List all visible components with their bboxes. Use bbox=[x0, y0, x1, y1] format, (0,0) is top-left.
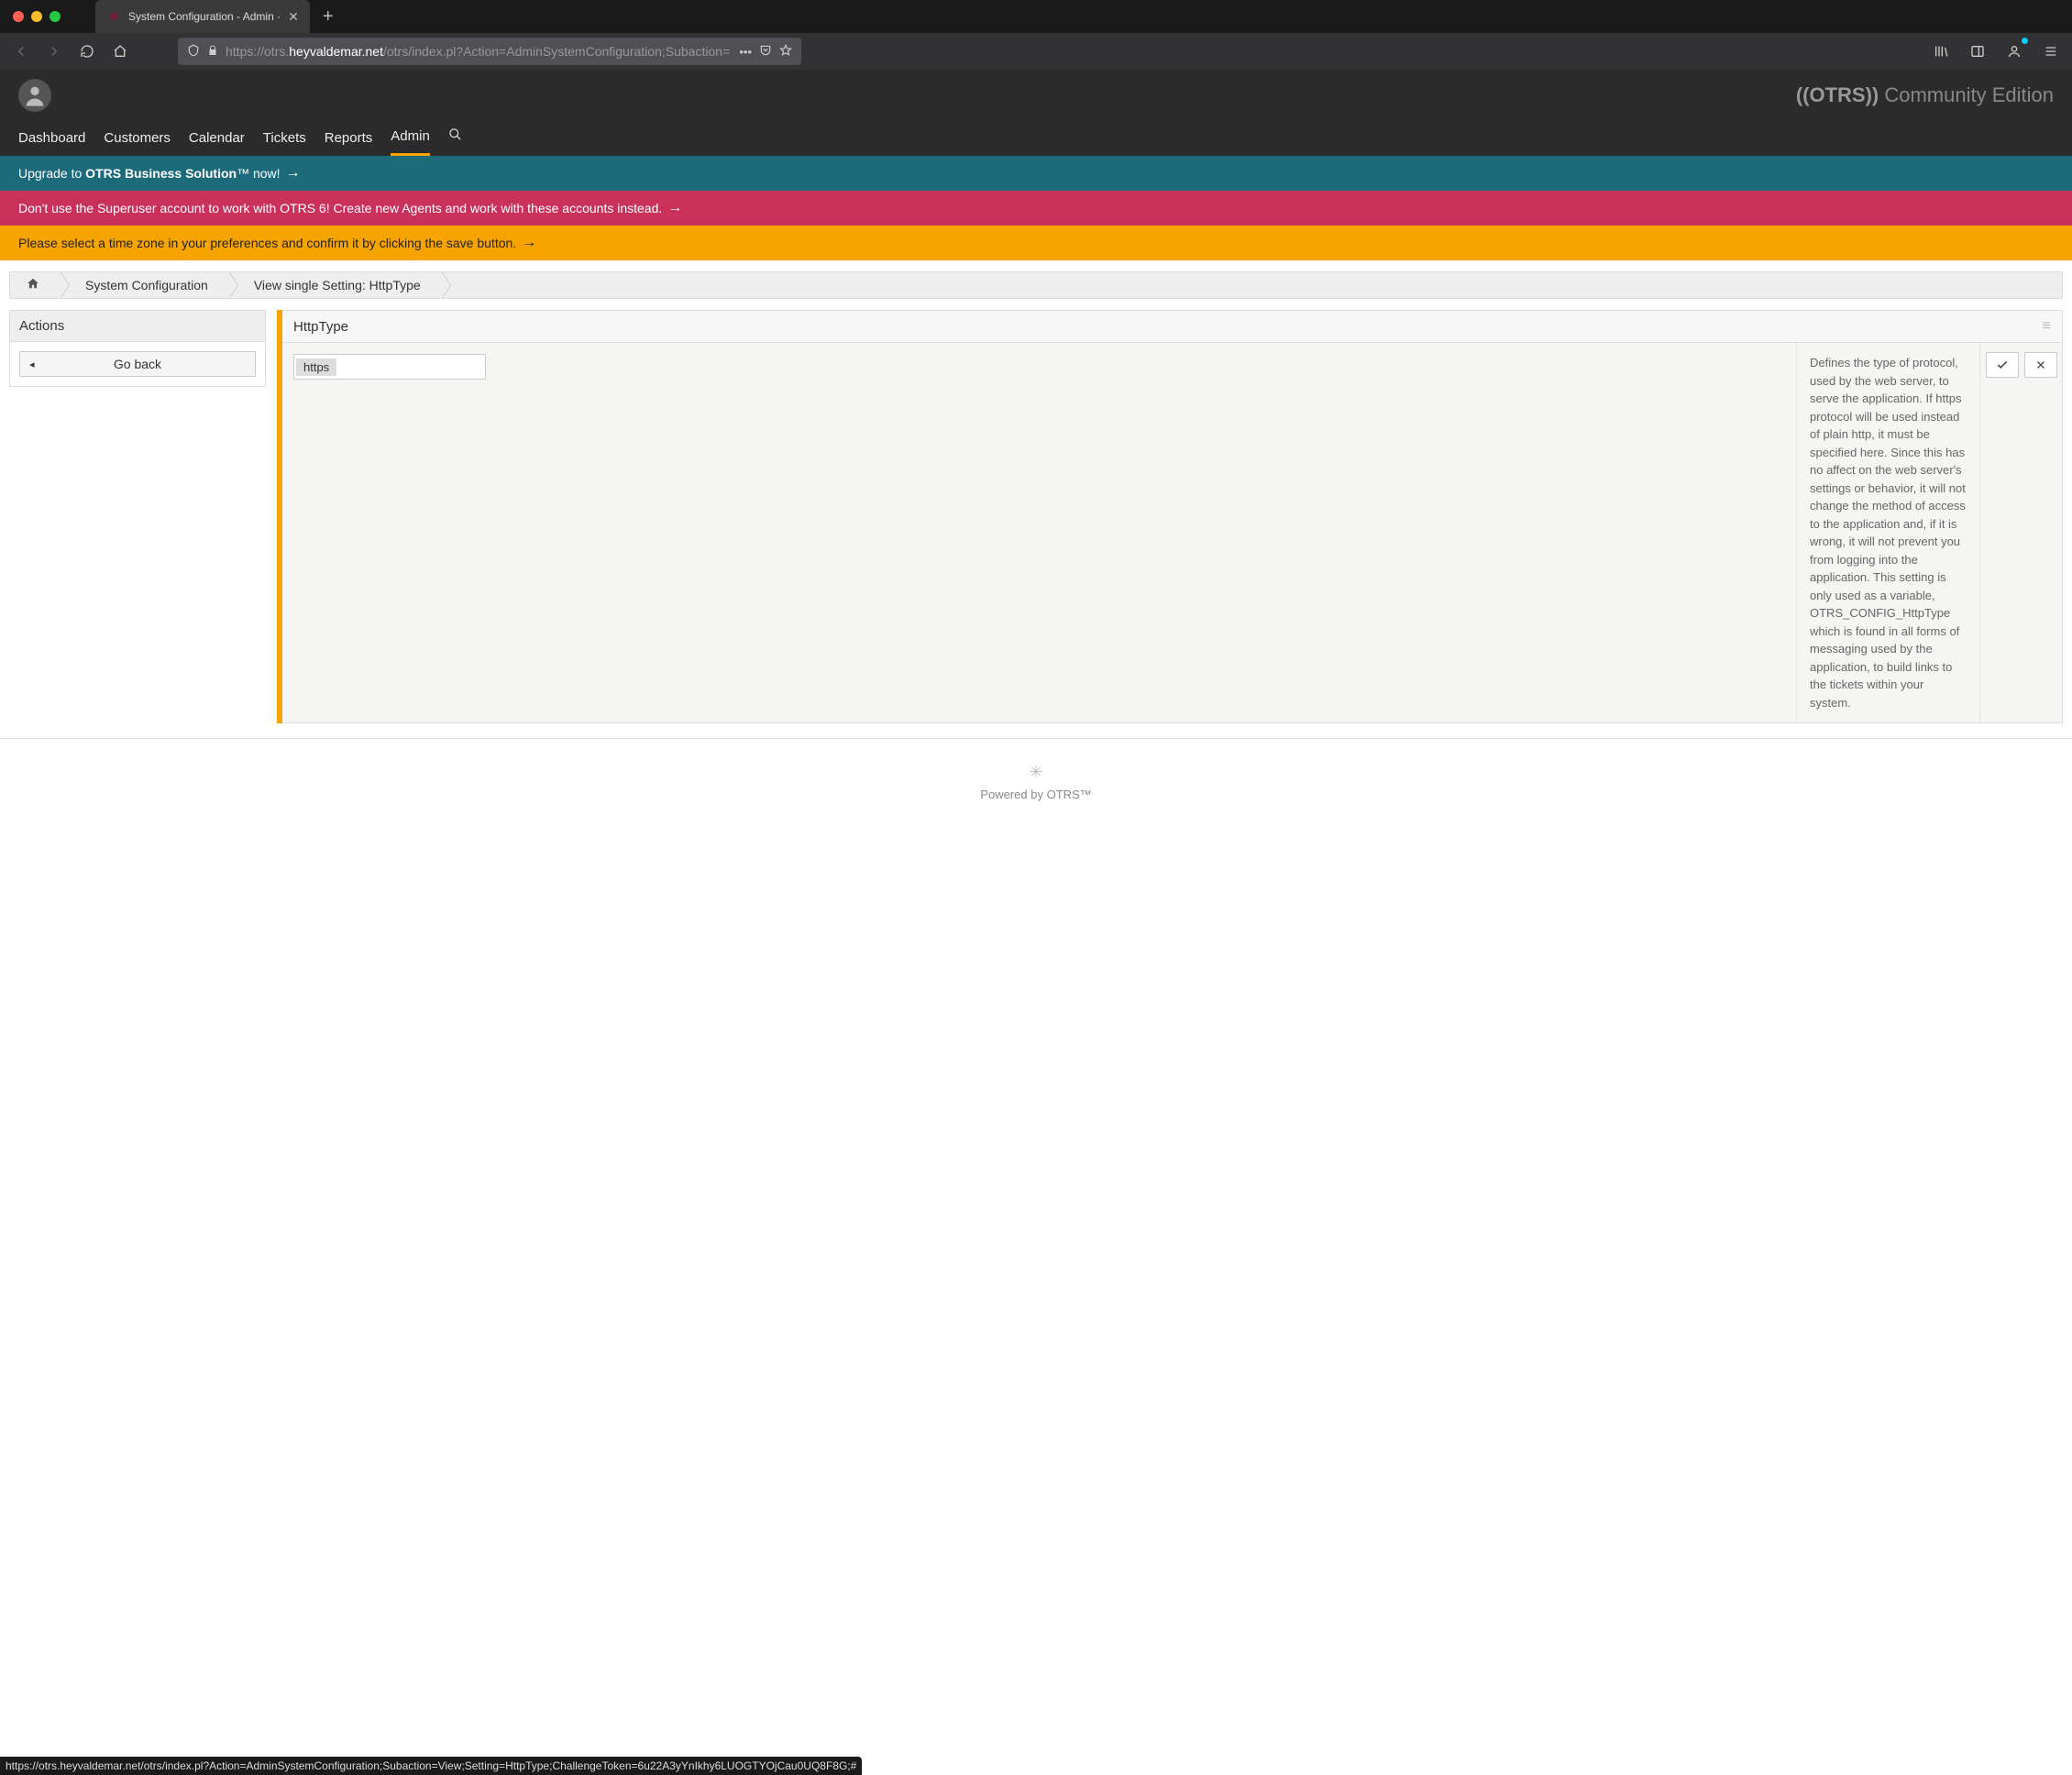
close-icon bbox=[2035, 359, 2046, 370]
reload-button[interactable] bbox=[75, 39, 99, 63]
pocket-icon[interactable] bbox=[759, 44, 772, 60]
lock-icon[interactable] bbox=[207, 45, 218, 59]
setting-panel: HttpType ≡ https Defines the type of pro… bbox=[282, 310, 2063, 723]
setting-actions bbox=[1979, 343, 2062, 722]
browser-titlebar: ✳ System Configuration - Admin · ✕ + bbox=[0, 0, 2072, 33]
breadcrumb-home[interactable] bbox=[10, 271, 60, 299]
save-button[interactable] bbox=[1986, 352, 2019, 378]
tab-close-icon[interactable]: ✕ bbox=[288, 9, 299, 25]
app-header: ((OTRS)) Community Edition Dashboard Cus… bbox=[0, 70, 2072, 156]
notification-dot-icon bbox=[2022, 38, 2028, 44]
home-button[interactable] bbox=[108, 39, 132, 63]
user-avatar[interactable] bbox=[18, 79, 51, 112]
window-close-button[interactable] bbox=[13, 11, 24, 22]
status-bar: https://otrs.heyvaldemar.net/otrs/index.… bbox=[0, 1757, 862, 1775]
window-minimize-button[interactable] bbox=[31, 11, 42, 22]
breadcrumb-sysconfig[interactable]: System Configuration bbox=[60, 271, 228, 299]
arrow-right-icon: → bbox=[667, 200, 682, 216]
home-icon bbox=[27, 277, 39, 290]
banner-superuser-text: Don't use the Superuser account to work … bbox=[18, 201, 662, 215]
browser-tab[interactable]: ✳ System Configuration - Admin · ✕ bbox=[95, 0, 310, 33]
nav-customers[interactable]: Customers bbox=[104, 123, 171, 155]
back-button[interactable] bbox=[9, 39, 33, 63]
browser-chrome: ✳ System Configuration - Admin · ✕ + ht bbox=[0, 0, 2072, 70]
caret-left-icon: ◂ bbox=[29, 358, 35, 370]
setting-value-input[interactable]: https bbox=[293, 354, 486, 380]
app-brand: ((OTRS)) Community Edition bbox=[1796, 83, 2054, 107]
go-back-button[interactable]: ◂ Go back bbox=[19, 351, 256, 377]
go-back-label: Go back bbox=[114, 357, 161, 371]
breadcrumb: System Configuration View single Setting… bbox=[9, 271, 2063, 299]
sidebar-toggle-icon[interactable] bbox=[1966, 39, 1989, 63]
banner-upgrade-text: Upgrade to OTRS Business Solution™ now! bbox=[18, 166, 281, 181]
sidebar: Actions ◂ Go back bbox=[9, 310, 266, 723]
actions-panel: Actions ◂ Go back bbox=[9, 310, 266, 387]
tracking-protection-icon[interactable] bbox=[187, 44, 200, 60]
nav-admin[interactable]: Admin bbox=[391, 121, 430, 156]
setting-menu-icon[interactable]: ≡ bbox=[2043, 318, 2051, 335]
main-nav: Dashboard Customers Calendar Tickets Rep… bbox=[0, 112, 2072, 156]
footer-text: Powered by OTRS™ bbox=[0, 788, 2072, 801]
tab-favicon-icon: ✳ bbox=[106, 9, 121, 24]
browser-toolbar: https://otrs.heyvaldemar.net/otrs/index.… bbox=[0, 33, 2072, 70]
footer-logo-icon: ✳ bbox=[0, 763, 2072, 782]
check-icon bbox=[1996, 358, 2009, 371]
arrow-right-icon: → bbox=[522, 235, 536, 251]
banner-timezone[interactable]: Please select a time zone in your prefer… bbox=[0, 226, 2072, 260]
banner-timezone-text: Please select a time zone in your prefer… bbox=[18, 236, 516, 250]
setting-description: Defines the type of protocol, used by th… bbox=[1796, 343, 1979, 722]
forward-button[interactable] bbox=[42, 39, 66, 63]
window-controls bbox=[0, 11, 73, 22]
main-area: HttpType ≡ https Defines the type of pro… bbox=[277, 310, 2063, 723]
page-actions-icon[interactable]: ••• bbox=[739, 45, 752, 59]
url-text: https://otrs.heyvaldemar.net/otrs/index.… bbox=[226, 44, 730, 59]
search-icon[interactable] bbox=[448, 127, 462, 150]
cancel-button[interactable] bbox=[2024, 352, 2057, 378]
url-bar[interactable]: https://otrs.heyvaldemar.net/otrs/index.… bbox=[178, 38, 801, 65]
banner-superuser[interactable]: Don't use the Superuser account to work … bbox=[0, 191, 2072, 226]
actions-title: Actions bbox=[10, 311, 265, 342]
setting-value-chip: https bbox=[296, 358, 336, 376]
tab-title: System Configuration - Admin · bbox=[128, 10, 281, 23]
content-area: Actions ◂ Go back HttpType ≡ https bbox=[0, 310, 2072, 738]
nav-calendar[interactable]: Calendar bbox=[189, 123, 245, 155]
breadcrumb-current: View single Setting: HttpType bbox=[228, 271, 441, 299]
setting-title: HttpType bbox=[293, 319, 348, 335]
window-maximize-button[interactable] bbox=[50, 11, 61, 22]
nav-tickets[interactable]: Tickets bbox=[263, 123, 306, 155]
nav-reports[interactable]: Reports bbox=[325, 123, 373, 155]
arrow-right-icon: → bbox=[286, 165, 301, 182]
nav-dashboard[interactable]: Dashboard bbox=[18, 123, 85, 155]
new-tab-button[interactable]: + bbox=[310, 6, 347, 28]
app-menu-icon[interactable] bbox=[2039, 39, 2063, 63]
toolbar-right-icons bbox=[1929, 39, 2063, 63]
setting-value-area: https bbox=[282, 343, 1796, 722]
bookmark-icon[interactable] bbox=[779, 44, 792, 60]
account-icon[interactable] bbox=[2002, 39, 2026, 63]
footer: ✳ Powered by OTRS™ bbox=[0, 739, 2072, 838]
banner-upgrade[interactable]: Upgrade to OTRS Business Solution™ now! … bbox=[0, 156, 2072, 191]
library-icon[interactable] bbox=[1929, 39, 1953, 63]
